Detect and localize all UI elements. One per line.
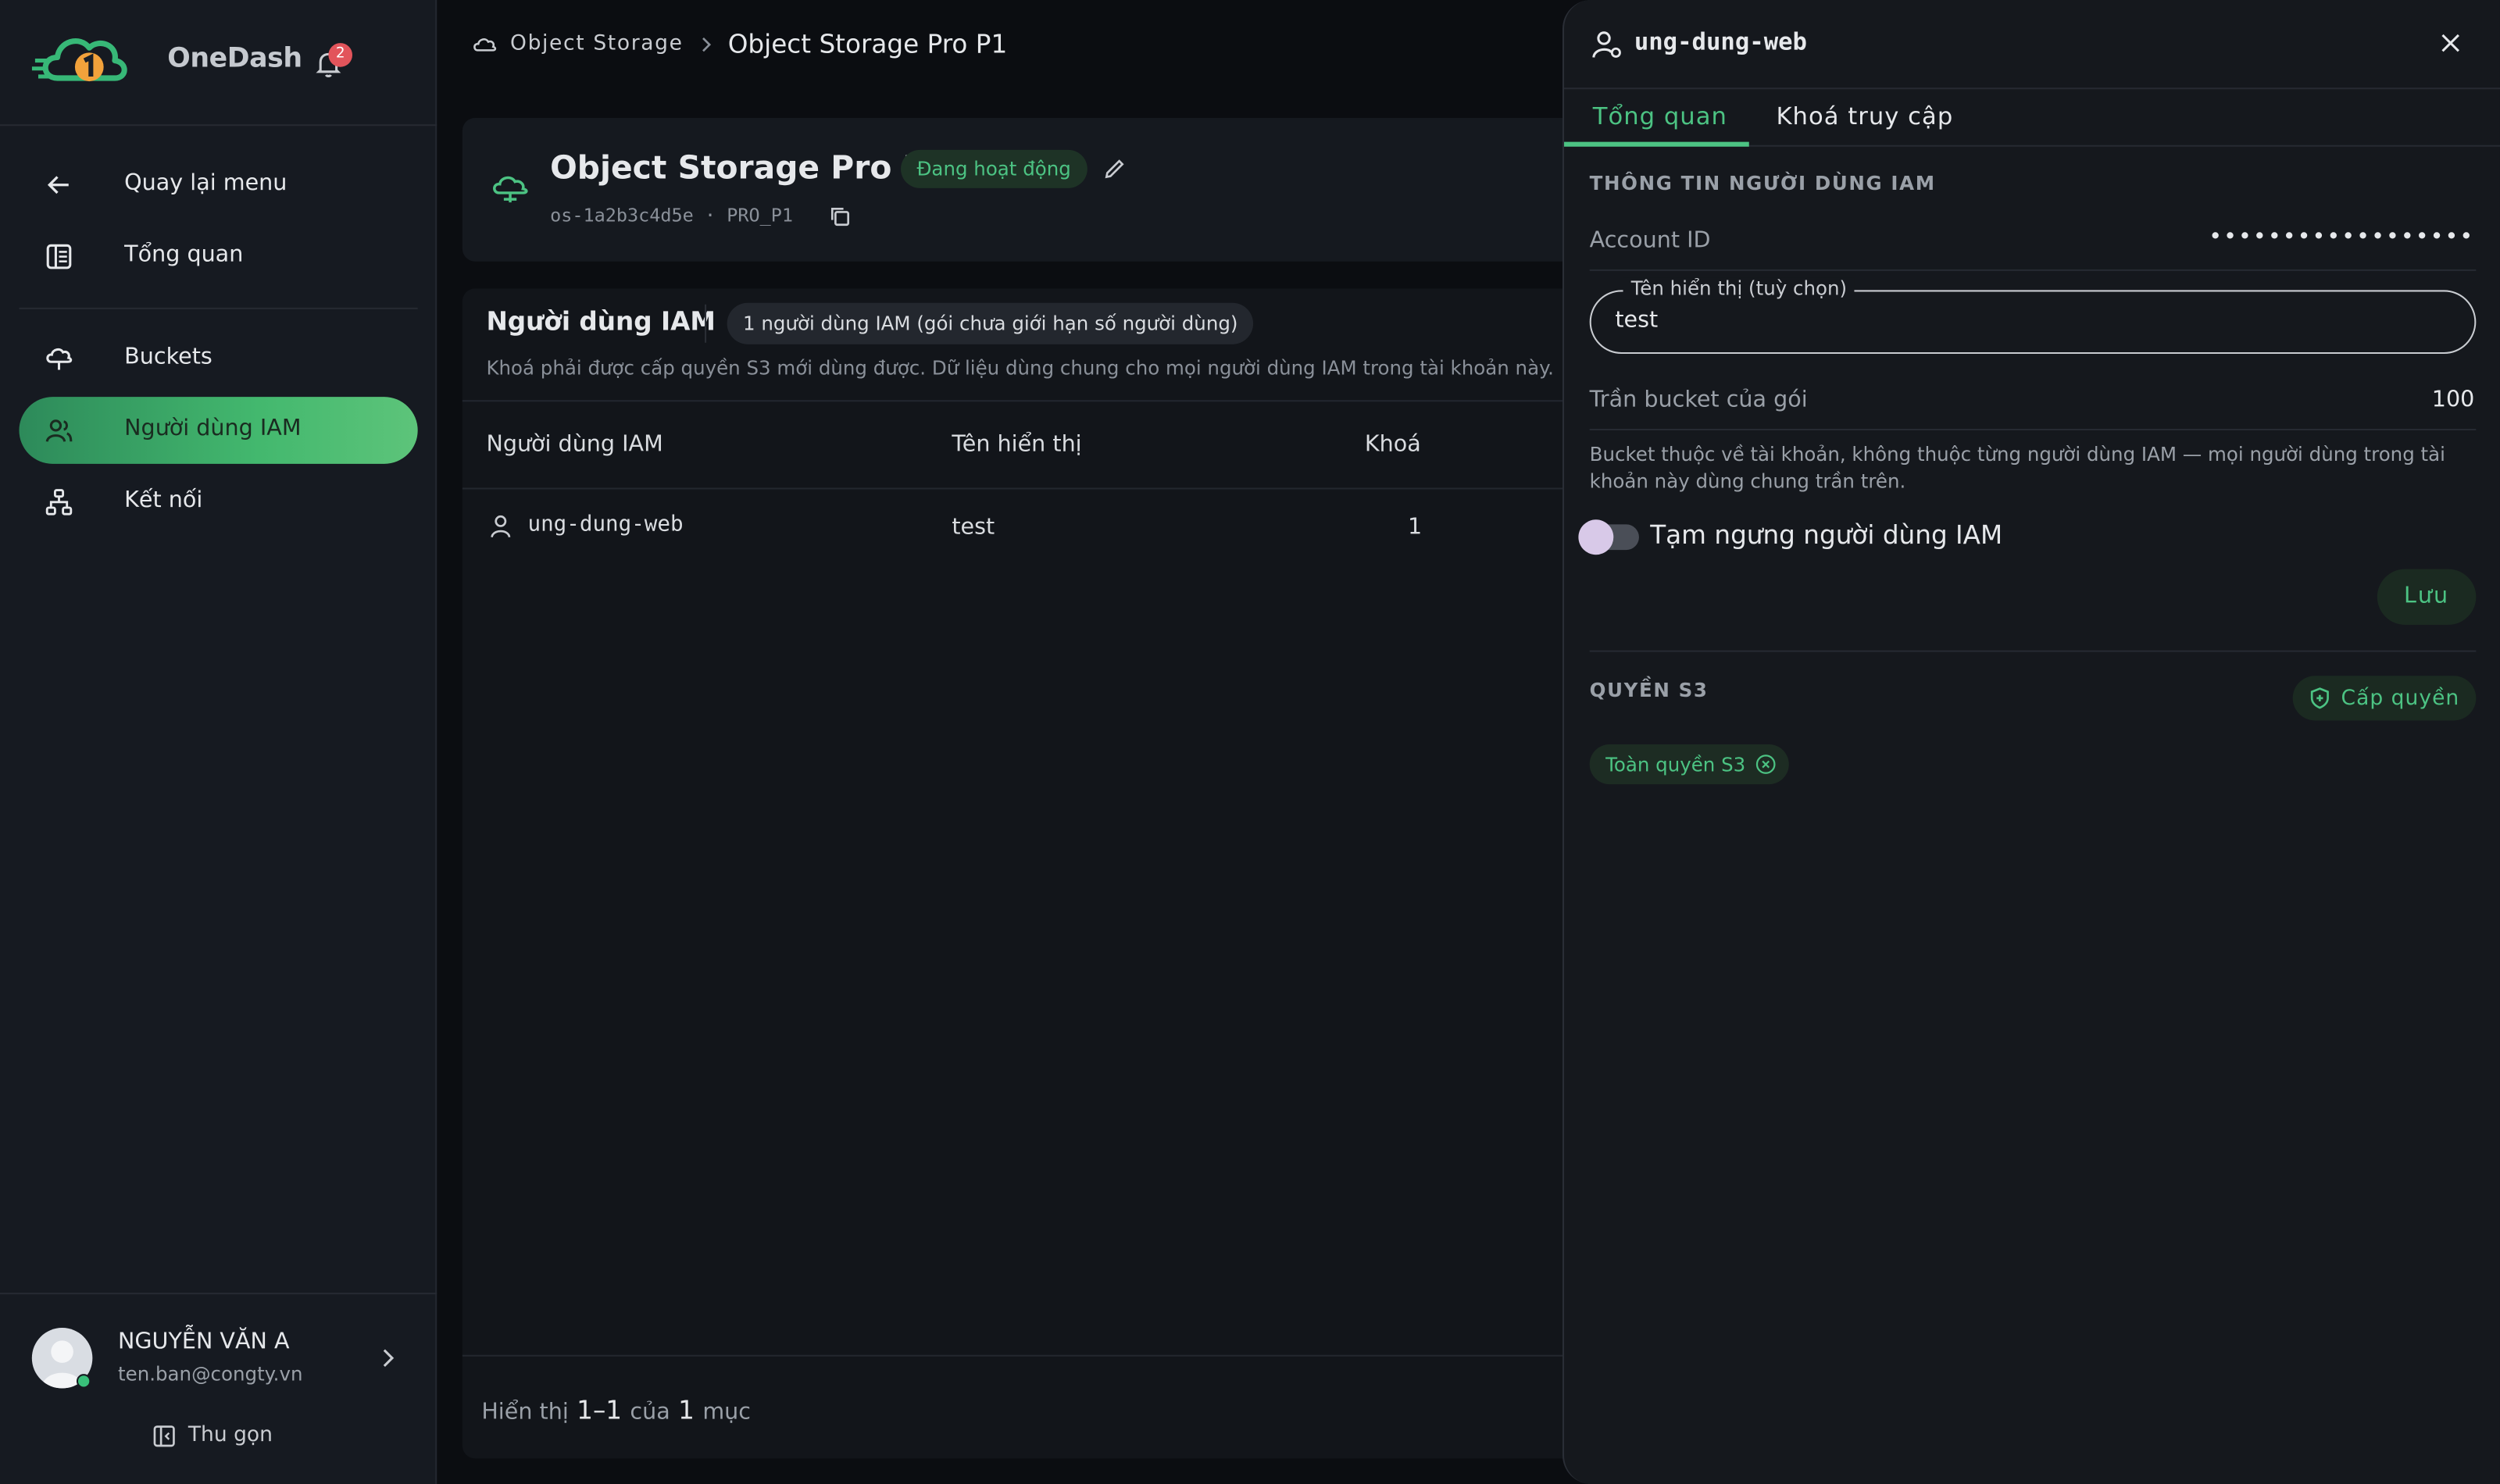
sidebar-item-iam-users[interactable]: Người dùng IAM bbox=[19, 397, 418, 464]
collapse-sidebar-button[interactable]: Thu gọn bbox=[153, 1423, 273, 1447]
divider bbox=[1589, 269, 2477, 271]
iam-users-card: Người dùng IAM 1 người dùng IAM (gói chư… bbox=[462, 288, 1579, 1459]
copy-icon[interactable] bbox=[829, 205, 852, 228]
sidebar-item-label: Kết nối bbox=[124, 487, 203, 514]
bucket-icon bbox=[46, 348, 73, 370]
bucket-help-text: Bucket thuộc về tài khoản, không thuộc t… bbox=[1589, 443, 2445, 493]
onedash-logo-icon bbox=[31, 38, 127, 82]
cloud-storage-icon bbox=[493, 176, 528, 203]
sidebar-item-back[interactable]: Quay lại menu bbox=[19, 152, 417, 219]
close-icon[interactable] bbox=[2439, 32, 2462, 55]
suspend-toggle[interactable] bbox=[1578, 519, 1639, 555]
grant-label: Cấp quyền bbox=[2341, 686, 2460, 711]
dashboard-icon bbox=[46, 244, 72, 269]
tab-access-keys[interactable]: Khoá truy cập bbox=[1776, 102, 1953, 131]
footer-range: 1–1 bbox=[577, 1394, 623, 1425]
footer-suffix: mục bbox=[702, 1399, 752, 1425]
sidebar-item-label: Người dùng IAM bbox=[124, 416, 302, 442]
table-footer: Hiển thị 1–1 của 1 mục bbox=[462, 1354, 1579, 1459]
user-icon bbox=[491, 515, 511, 538]
sidebar-item-connect[interactable]: Kết nối bbox=[19, 469, 417, 536]
bucket-limit-value: 100 bbox=[2431, 387, 2475, 413]
display-name-input[interactable] bbox=[1615, 307, 2412, 334]
table-header: Người dùng IAM Tên hiển thị Khoá bbox=[462, 400, 1579, 490]
drawer-title: ung-dung-web bbox=[1634, 27, 1807, 56]
footer-prefix: Hiển thị bbox=[481, 1399, 569, 1425]
shield-plus-icon bbox=[2311, 687, 2330, 709]
cell-display-name: test bbox=[952, 515, 995, 540]
save-button[interactable]: Lưu bbox=[2377, 569, 2477, 625]
suspend-label: Tạm ngưng người dùng IAM bbox=[1650, 519, 2003, 551]
user-name: NGUYỄN VĂN A bbox=[118, 1329, 290, 1355]
breadcrumb-current: Object Storage Pro P1 bbox=[727, 28, 1008, 59]
brand-header: OneDash 2 bbox=[0, 0, 438, 127]
meta-separator: · bbox=[704, 204, 727, 227]
drawer-header: ung-dung-web bbox=[1564, 0, 2500, 90]
display-name-field[interactable]: Tên hiển thị (tuỳ chọn) bbox=[1589, 277, 2477, 355]
account-id-value: •••••••••••••••••• bbox=[2209, 224, 2475, 251]
cell-user: ung-dung-web bbox=[527, 512, 684, 537]
column-header-user[interactable]: Người dùng IAM bbox=[486, 432, 662, 458]
column-header-display-name[interactable]: Tên hiển thị bbox=[952, 432, 1081, 458]
users-icon bbox=[45, 419, 73, 442]
permission-label: Toàn quyền S3 bbox=[1605, 753, 1746, 776]
iam-section-title: Người dùng IAM bbox=[486, 305, 716, 337]
iam-user-drawer: ung-dung-web Tổng quan Khoá truy cập THÔ… bbox=[1562, 0, 2500, 1484]
grant-permission-button[interactable]: Cấp quyền bbox=[2292, 676, 2477, 721]
user-settings-icon bbox=[1592, 31, 1621, 58]
account-id-label: Account ID bbox=[1589, 227, 1711, 254]
service-title: Object Storage Pro P1 bbox=[550, 148, 948, 187]
table-row[interactable]: ung-dung-web test 1 bbox=[462, 490, 1579, 569]
s3-section-title: QUYỀN S3 bbox=[1589, 679, 1709, 701]
display-name-label: Tên hiển thị (tuỳ chọn) bbox=[1623, 277, 1855, 300]
service-meta: os-1a2b3c4d5e · PRO_P1 bbox=[550, 204, 793, 227]
brand-name: OneDash bbox=[167, 43, 302, 75]
status-badge: Đang hoạt động bbox=[901, 149, 1088, 188]
breadcrumb-root[interactable]: Object Storage bbox=[510, 32, 684, 56]
iam-description: Khoá phải được cấp quyền S3 mới dùng đượ… bbox=[486, 357, 1554, 380]
sidebar-item-label: Quay lại menu bbox=[124, 170, 288, 197]
sidebar-item-overview[interactable]: Tổng quan bbox=[19, 223, 417, 291]
user-icon bbox=[490, 714, 512, 740]
sidebar-collapse-icon bbox=[153, 1425, 175, 1447]
network-icon bbox=[45, 489, 73, 515]
arrow-left-icon bbox=[47, 176, 69, 194]
cloud-icon bbox=[473, 37, 497, 51]
divider bbox=[1589, 650, 2477, 652]
pencil-icon[interactable] bbox=[1102, 156, 1127, 182]
cell-keys: 1 bbox=[1408, 515, 1423, 540]
remove-circle-icon[interactable] bbox=[1755, 754, 1777, 775]
sidebar-item-label: Buckets bbox=[124, 344, 212, 370]
service-id: os-1a2b3c4d5e bbox=[550, 204, 694, 227]
notification-badge: 2 bbox=[328, 43, 353, 67]
active-tab-indicator bbox=[1564, 141, 1749, 147]
chevron-right-icon bbox=[702, 37, 711, 52]
online-status-dot bbox=[76, 1374, 91, 1389]
user-profile[interactable]: NGUYỄN VĂN A ten.ban@congty.vn Thu gọn bbox=[0, 1293, 438, 1484]
chevron-right-icon[interactable] bbox=[377, 1347, 399, 1369]
user-email: ten.ban@congty.vn bbox=[118, 1362, 303, 1386]
sidebar: OneDash 2 Quay lại menu Tổng quan Bucket… bbox=[0, 0, 438, 1484]
iam-count-badge: 1 người dùng IAM (gói chưa giới hạn số n… bbox=[727, 302, 1254, 344]
footer-of: của bbox=[630, 1399, 670, 1425]
footer-total: 1 bbox=[678, 1394, 695, 1425]
column-header-keys[interactable]: Khoá bbox=[1365, 432, 1421, 458]
divider bbox=[19, 307, 418, 309]
permission-chip: Toàn quyền S3 bbox=[1589, 744, 1789, 785]
divider bbox=[705, 304, 707, 343]
service-header: Object Storage Pro P1 Đang hoạt động os-… bbox=[462, 118, 1579, 262]
sidebar-item-label: Tổng quan bbox=[124, 242, 244, 268]
divider bbox=[1589, 428, 2477, 431]
info-section-title: THÔNG TIN NGƯỜI DÙNG IAM bbox=[1589, 172, 1936, 194]
drawer-tabs: Tổng quan Khoá truy cập bbox=[1564, 89, 2500, 147]
tab-overview[interactable]: Tổng quan bbox=[1593, 102, 1727, 131]
collapse-label: Thu gọn bbox=[188, 1423, 273, 1448]
sidebar-item-buckets[interactable]: Buckets bbox=[19, 325, 417, 392]
breadcrumb: Object Storage Object Storage Pro P1 bbox=[472, 29, 1007, 59]
toggle-knob bbox=[1578, 519, 1614, 555]
service-plan: PRO_P1 bbox=[727, 204, 794, 227]
bucket-limit-label: Trần bucket của gói bbox=[1589, 387, 1808, 413]
